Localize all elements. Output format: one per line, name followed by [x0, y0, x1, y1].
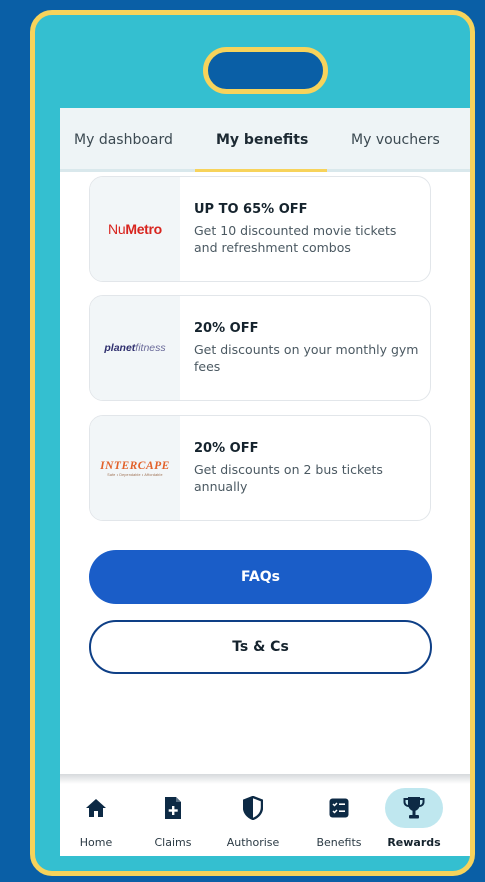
nav-label-benefits: Benefits [316, 836, 362, 849]
nav-rewards[interactable]: Rewards [382, 784, 446, 856]
trophy-icon [401, 795, 427, 821]
device-notch [203, 47, 328, 94]
numetro-logo-metro: Metro [125, 221, 162, 237]
benefit-title: UP TO 65% OFF [194, 202, 308, 217]
intercape-logo: INTERCAPE Safe • Dependable • Affordable [90, 416, 180, 520]
planet-fitness-logo-fitness: fitness [135, 342, 166, 354]
tab-bar: My dashboard My benefits My vouchers [60, 108, 470, 172]
claims-document-icon [160, 795, 186, 821]
nav-label-rewards: Rewards [387, 836, 441, 849]
intercape-logo-tagline: Safe • Dependable • Affordable [107, 472, 163, 477]
nav-label-home: Home [79, 836, 113, 849]
nav-claims[interactable]: Claims [141, 784, 205, 856]
nav-home[interactable]: Home [64, 784, 128, 856]
planet-fitness-logo: planetfitness [90, 296, 180, 400]
nav-authorise[interactable]: Authorise [221, 784, 285, 856]
benefit-title: 20% OFF [194, 321, 259, 336]
intercape-logo-wordmark: INTERCAPE [100, 459, 170, 472]
nav-divider [60, 774, 470, 784]
bottom-navigation: Home Claims Authorise Benefits Rewards [60, 784, 470, 856]
tab-my-benefits[interactable]: My benefits [216, 132, 308, 148]
benefit-card-numetro[interactable]: NuMetro UP TO 65% OFF Get 10 discounted … [89, 176, 431, 282]
numetro-logo: NuMetro [90, 177, 180, 281]
benefit-card-intercape[interactable]: INTERCAPE Safe • Dependable • Affordable… [89, 415, 431, 521]
benefits-icon [326, 795, 352, 821]
benefit-title: 20% OFF [194, 441, 259, 456]
benefits-list[interactable]: NuMetro UP TO 65% OFF Get 10 discounted … [60, 175, 470, 775]
nav-benefits[interactable]: Benefits [307, 784, 371, 856]
app-screen: My dashboard My benefits My vouchers NuM… [60, 108, 470, 856]
nav-label-claims: Claims [154, 836, 192, 849]
benefit-description: Get discounts on 2 bus tickets annually [194, 462, 383, 494]
benefit-card-planet-fitness[interactable]: planetfitness 20% OFF Get discounts on y… [89, 295, 431, 401]
home-icon [83, 795, 109, 821]
faqs-button[interactable]: FAQs [89, 550, 432, 604]
active-tab-indicator [195, 169, 327, 172]
terms-and-conditions-button[interactable]: Ts & Cs [89, 620, 432, 674]
benefit-description: Get 10 discounted movie tickets and refr… [194, 223, 397, 255]
benefit-description: Get discounts on your monthly gym fees [194, 342, 419, 374]
tab-my-dashboard[interactable]: My dashboard [74, 132, 173, 148]
shield-icon [240, 795, 266, 821]
planet-fitness-logo-planet: planet [104, 342, 136, 354]
numetro-logo-nu: Nu [108, 221, 126, 237]
nav-label-authorise: Authorise [226, 836, 280, 849]
tab-my-vouchers[interactable]: My vouchers [351, 132, 440, 148]
